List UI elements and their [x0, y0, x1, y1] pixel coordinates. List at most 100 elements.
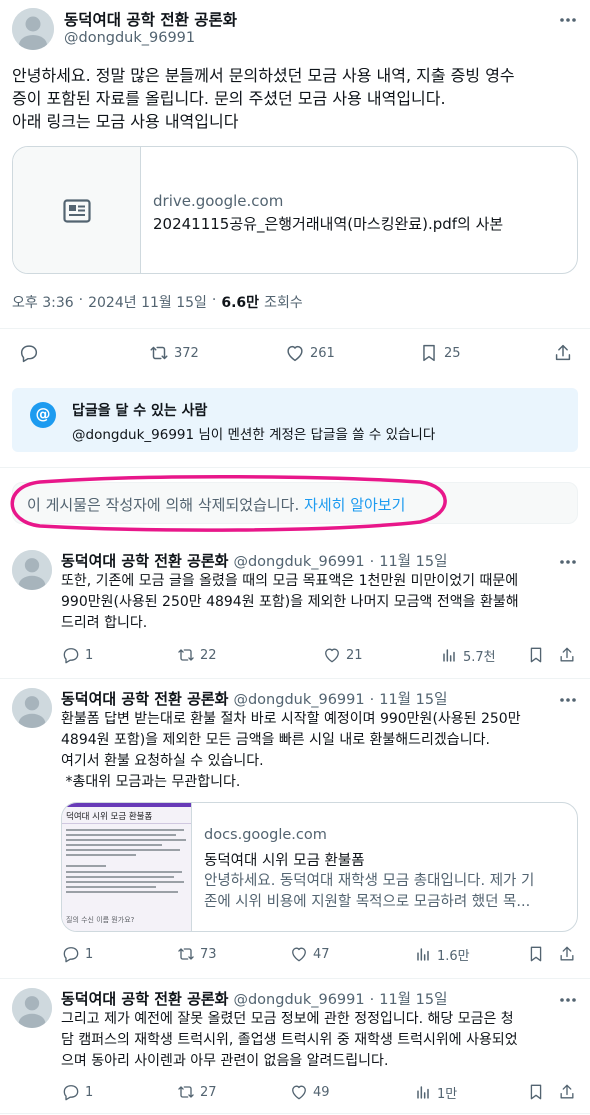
like-count: 21: [346, 647, 363, 663]
link-card-description-line: 존에 시위 비용에 지원할 목적으로 모금하려 했던 목...: [204, 894, 531, 910]
view-count: 6.6만: [221, 295, 260, 311]
retweet-button[interactable]: 372: [148, 342, 199, 364]
reply-display-name[interactable]: 동덕여대 공학 전환 공론화: [61, 550, 228, 571]
link-card-drive[interactable]: drive.google.com 20241115공유_은행거래내역(마스킹완료…: [12, 146, 578, 274]
reply-display-name[interactable]: 동덕여대 공학 전환 공론화: [61, 988, 228, 1009]
link-card-thumbnail: 덕여대 시위 모금 환불폼 질의 수신 이름 뭔가요?: [62, 803, 192, 931]
reply-body-line: 그리고 제가 예전에 잘못 올렸던 모금 정보에 관한 정정입니다. 해당 모금…: [61, 1011, 514, 1027]
reply-handle[interactable]: @dongduk_96991: [233, 692, 364, 708]
reply-restriction-title: 답글을 달 수 있는 사람: [72, 403, 208, 419]
reply-body-line: 또한, 기존에 모금 글을 올렸을 때의 모금 목표액은 1천만원 미만이었기 …: [61, 573, 519, 589]
reply-actions: 1 27 49 1만: [61, 1082, 581, 1104]
reply-date[interactable]: 11월 15일: [379, 688, 447, 709]
link-card-title: 동덕여대 시위 모금 환불폼: [204, 853, 365, 869]
reply-restriction-description: @dongduk_96991 님이 멘션한 계정은 답글을 쓸 수 있습니다: [72, 427, 436, 443]
divider: [0, 678, 590, 679]
reply-body-line: 으며 동아리 사이렌과 아무 관련이 없음을 알려드립니다.: [61, 1053, 389, 1069]
reply-display-name[interactable]: 동덕여대 공학 전환 공론화: [61, 688, 228, 709]
heart-icon: [292, 1085, 306, 1100]
reply-body: 그리고 제가 예전에 잘못 올렸던 모금 정보에 관한 정정입니다. 해당 모금…: [61, 1009, 581, 1072]
bookmark-icon[interactable]: [526, 1082, 546, 1106]
divider: [0, 1113, 590, 1114]
bookmark-button[interactable]: 25: [418, 342, 461, 364]
retweet-count: 27: [200, 1084, 217, 1100]
reply-count: 1: [85, 1084, 94, 1100]
bookmark-icon[interactable]: [526, 645, 546, 669]
post-body-line: 아래 링크는 모금 사용 내역입니다: [12, 112, 239, 131]
thumbnail-text-lines: [66, 829, 186, 893]
reply-body: 환불폼 답변 받는대로 환불 절차 바로 시작할 예정이며 990만원(사용된 …: [61, 709, 581, 793]
views-button[interactable]: 1.6만: [413, 944, 470, 964]
reply-date[interactable]: 11월 15일: [379, 550, 447, 571]
share-icon[interactable]: [557, 944, 577, 968]
reply-count: 1: [85, 946, 94, 962]
retweet-count: 73: [200, 946, 217, 962]
bookmark-icon[interactable]: [526, 944, 546, 968]
reply-button[interactable]: 1: [61, 944, 93, 964]
reply-date[interactable]: 11월 15일: [379, 988, 447, 1009]
retweet-button[interactable]: 73: [176, 944, 217, 964]
share-icon[interactable]: [552, 342, 574, 368]
like-button[interactable]: 47: [289, 944, 330, 964]
at-sign-icon: @: [30, 402, 56, 428]
post-body-line: 안녕하세요. 정말 많은 분들께서 문의하셨던 모금 사용 내역, 지출 증빙 …: [12, 66, 515, 85]
retweet-icon: [178, 1086, 194, 1098]
highlight-ellipse: [10, 474, 447, 532]
views-button[interactable]: 1만: [413, 1082, 457, 1102]
like-button[interactable]: 21: [322, 645, 363, 665]
like-count: 47: [313, 946, 330, 962]
thumbnail-question: 질의 수신 이름 뭔가요?: [66, 916, 135, 924]
like-button[interactable]: 49: [289, 1082, 330, 1102]
retweet-icon: [150, 346, 168, 360]
share-icon[interactable]: [557, 1082, 577, 1106]
view-count: 1만: [437, 1086, 458, 1102]
heart-icon: [292, 947, 306, 962]
reply-handle[interactable]: @dongduk_96991: [233, 554, 364, 570]
retweet-button[interactable]: 22: [176, 645, 217, 665]
reply-restriction-box: @ 답글을 달 수 있는 사람 @dongduk_96991 님이 멘션한 계정…: [12, 388, 578, 452]
reply-body-line: 드리려 합니다.: [61, 615, 148, 631]
reply-body-line: 환불폼 답변 받는대로 환불 절차 바로 시작할 예정이며 990만원(사용된 …: [61, 711, 521, 727]
post-date[interactable]: 2024년 11월 15일: [88, 292, 207, 312]
link-card-docs[interactable]: 덕여대 시위 모금 환불폼 질의 수신 이름 뭔가요? docs.google.…: [61, 802, 578, 932]
author-handle[interactable]: @dongduk_96991: [64, 30, 195, 46]
divider: [0, 328, 590, 329]
post-body-line: 증이 포함된 자료를 올립니다. 문의 주셨던 모금 사용 내역입니다.: [12, 89, 446, 108]
post-time[interactable]: 오후 3:36: [12, 292, 74, 312]
divider: [0, 978, 590, 979]
share-icon[interactable]: [557, 645, 577, 669]
link-card-domain: drive.google.com: [153, 192, 284, 210]
retweet-count: 372: [174, 345, 199, 361]
reply-avatar[interactable]: [12, 988, 52, 1028]
reply-icon[interactable]: [18, 342, 40, 368]
reply-avatar[interactable]: [12, 550, 52, 590]
reply-header: 동덕여대 공학 전환 공론화 @dongduk_96991 · 11월 15일: [61, 688, 448, 709]
link-card-title: 20241115공유_은행거래내역(마스킹완료).pdf의 사본: [153, 215, 504, 233]
reply-body-line: *총대위 모금과는 무관합니다.: [61, 774, 241, 790]
like-count: 261: [310, 345, 335, 361]
reply-button[interactable]: 1: [61, 1082, 93, 1102]
reply-actions: 1 22 21 5.7천: [61, 645, 581, 667]
retweet-icon: [178, 649, 194, 661]
reply-icon: [63, 648, 79, 664]
document-icon: [63, 199, 91, 227]
thumbnail-title: 덕여대 시위 모금 환불폼: [66, 812, 153, 822]
post-body: 안녕하세요. 정말 많은 분들께서 문의하셨던 모금 사용 내역, 지출 증빙 …: [12, 64, 582, 133]
reply-avatar[interactable]: [12, 688, 52, 728]
heart-icon: [287, 345, 303, 362]
author-display-name[interactable]: 동덕여대 공학 전환 공론화: [64, 8, 237, 30]
reply-icon: [63, 947, 79, 963]
reply-body-line: 여기서 환불 요청하실 수 있습니다.: [61, 753, 264, 769]
divider: [0, 467, 590, 468]
more-options-icon[interactable]: [554, 10, 582, 30]
link-card-thumbnail: [13, 147, 141, 273]
views-button[interactable]: 5.7천: [439, 645, 496, 665]
reply-handle[interactable]: @dongduk_96991: [233, 992, 364, 1008]
reply-header: 동덕여대 공학 전환 공론화 @dongduk_96991 · 11월 15일: [61, 550, 448, 571]
retweet-count: 22: [200, 647, 217, 663]
like-button[interactable]: 261: [284, 342, 335, 364]
retweet-button[interactable]: 27: [176, 1082, 217, 1102]
author-avatar[interactable]: [12, 8, 54, 50]
heart-icon: [325, 648, 339, 663]
reply-button[interactable]: 1: [61, 645, 93, 665]
